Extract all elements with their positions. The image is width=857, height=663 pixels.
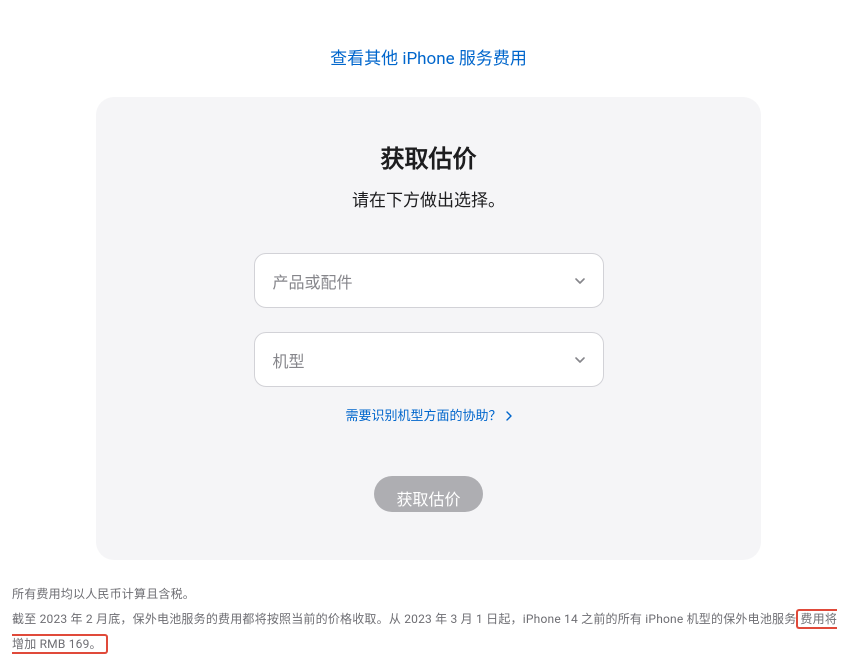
product-select-placeholder: 产品或配件 bbox=[273, 269, 353, 293]
product-select-wrapper: 产品或配件 bbox=[254, 253, 604, 308]
chevron-right-icon bbox=[506, 410, 512, 420]
help-link-label: 需要识别机型方面的协助？ bbox=[345, 405, 501, 424]
model-select[interactable]: 机型 bbox=[254, 332, 604, 387]
footer-note-price-change: 截至 2023 年 2 月底，保外电池服务的费用都将按照当前的价格收取。从 20… bbox=[12, 607, 845, 657]
model-select-wrapper: 机型 bbox=[254, 332, 604, 387]
identify-model-help-link[interactable]: 需要识别机型方面的协助？ bbox=[345, 405, 511, 424]
footer-note-prefix: 截至 2023 年 2 月底，保外电池服务的费用都将按照当前的价格收取。从 20… bbox=[12, 612, 796, 626]
product-select[interactable]: 产品或配件 bbox=[254, 253, 604, 308]
footer-notes: 所有费用均以人民币计算且含税。 截至 2023 年 2 月底，保外电池服务的费用… bbox=[10, 578, 847, 658]
estimate-card: 获取估价 请在下方做出选择。 产品或配件 机型 需要识别机型方面的协助？ 获取 bbox=[96, 97, 761, 560]
model-select-placeholder: 机型 bbox=[273, 348, 305, 372]
footer-note-tax: 所有费用均以人民币计算且含税。 bbox=[12, 582, 845, 607]
get-estimate-button[interactable]: 获取估价 bbox=[374, 476, 482, 512]
card-subtitle: 请在下方做出选择。 bbox=[352, 186, 505, 211]
top-link-row: 查看其他 iPhone 服务费用 bbox=[10, 0, 847, 97]
card-title: 获取估价 bbox=[381, 139, 477, 174]
other-iphone-services-link[interactable]: 查看其他 iPhone 服务费用 bbox=[330, 49, 527, 69]
